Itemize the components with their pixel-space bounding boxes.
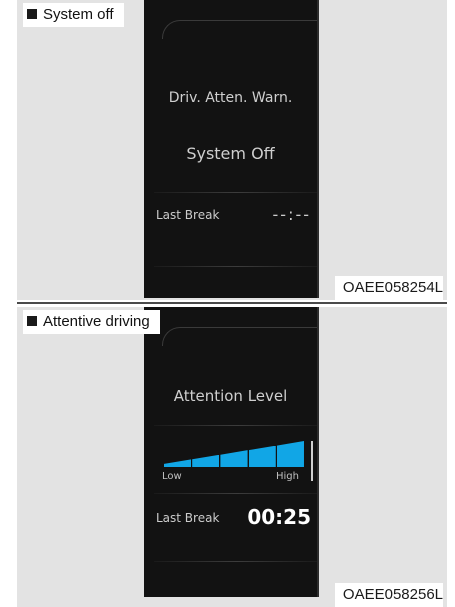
caption-text: Attentive driving [43,313,150,330]
gauge-segment [164,459,192,467]
figure-code: OAEE058254L [334,276,443,300]
panel-divider [17,302,447,304]
last-break-value: 00:25 [247,505,311,529]
panel-caption: Attentive driving [23,310,160,334]
display-divider [154,561,317,562]
last-break-label: Last Break [156,208,220,222]
attention-level-gauge [164,441,313,481]
gauge-segment [192,454,220,467]
cluster-display: Attention Level Low High Last Break 00:2… [144,307,319,597]
system-off-panel: System off Driv. Atten. Warn. System Off… [17,0,447,300]
square-bullet-icon [27,316,37,326]
display-bezel [162,327,317,346]
figure-code: OAEE058256L [334,583,443,607]
gauge-low-label: Low [162,471,182,482]
display-divider [154,266,317,267]
display-divider [154,493,317,494]
cluster-display: Driv. Atten. Warn. System Off Last Break… [144,0,319,298]
gauge-segment [248,445,276,467]
display-divider [154,425,317,426]
gauge-segment [220,450,248,467]
display-title: Driv. Atten. Warn. [168,90,293,106]
display-divider [154,192,317,193]
display-title: Attention Level [173,387,288,405]
last-break-value: --:-- [272,205,311,224]
panel-caption: System off [23,3,124,27]
gauge-rail [311,441,316,481]
gauge-segment [276,441,304,467]
display-bezel [162,20,317,39]
gauge-high-label: High [276,471,299,482]
system-status-text: System Off [186,144,275,163]
attentive-driving-panel: Attentive driving Attention Level Low Hi… [17,307,447,607]
last-break-label: Last Break [156,511,220,525]
caption-text: System off [43,6,114,23]
square-bullet-icon [27,9,37,19]
